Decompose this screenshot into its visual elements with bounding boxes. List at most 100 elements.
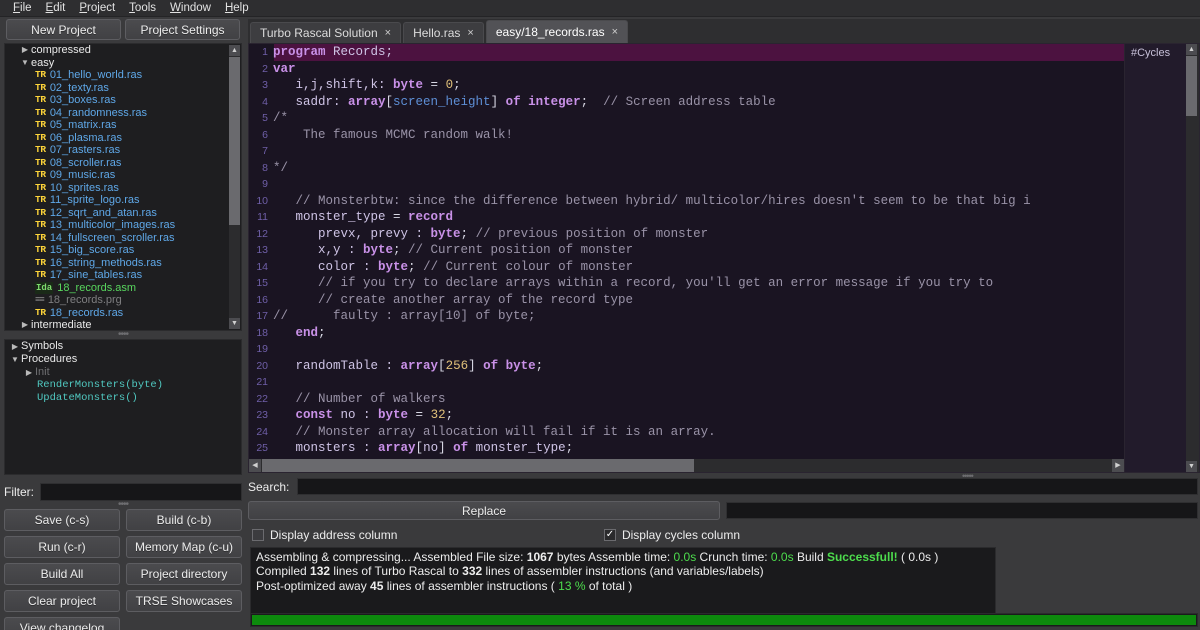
- menu-item-tools[interactable]: Tools: [122, 0, 163, 17]
- action-project-directory[interactable]: Project directory: [126, 563, 242, 585]
- tree-file-07_rasters.ras[interactable]: TR07_rasters.ras: [5, 144, 228, 157]
- code-line-9[interactable]: 9: [249, 176, 1124, 193]
- tree-file-08_scroller.ras[interactable]: TR08_scroller.ras: [5, 157, 228, 170]
- code-line-22[interactable]: 22 // Number of walkers: [249, 391, 1124, 408]
- scroll-left-icon[interactable]: ◀: [249, 459, 261, 472]
- tree-file-14_fullscreen_scroller.ras[interactable]: TR14_fullscreen_scroller.ras: [5, 232, 228, 245]
- scroll-right-icon[interactable]: ▶: [1112, 459, 1124, 472]
- checkbox-box[interactable]: ✓: [604, 529, 616, 541]
- symbol-group-Init[interactable]: Init: [5, 366, 241, 379]
- code-line-11[interactable]: 11 monster_type = record: [249, 209, 1124, 226]
- scrollbar-thumb[interactable]: [229, 57, 240, 225]
- new-project-button[interactable]: New Project: [6, 19, 121, 40]
- chevron-right-icon[interactable]: [23, 366, 35, 379]
- code-line-1[interactable]: 1program Records;: [249, 44, 1124, 61]
- tree-file-17_sine_tables.ras[interactable]: TR17_sine_tables.ras: [5, 269, 228, 282]
- menu-item-help[interactable]: Help: [218, 0, 256, 17]
- code-line-24[interactable]: 24 // Monster array allocation will fail…: [249, 424, 1124, 441]
- action-save-c-s[interactable]: Save (c-s): [4, 509, 120, 531]
- replace-input[interactable]: [726, 502, 1198, 519]
- code-line-10[interactable]: 10 // Monsterbtw: since the difference b…: [249, 193, 1124, 210]
- code-line-13[interactable]: 13 x,y : byte; // Current position of mo…: [249, 242, 1124, 259]
- code-line-16[interactable]: 16 // create another array of the record…: [249, 292, 1124, 309]
- code-line-21[interactable]: 21: [249, 374, 1124, 391]
- scroll-up-icon[interactable]: ▲: [229, 45, 240, 56]
- project-settings-button[interactable]: Project Settings: [125, 19, 240, 40]
- close-icon[interactable]: ×: [467, 27, 473, 39]
- chevron-right-icon[interactable]: [9, 340, 21, 353]
- code-lines[interactable]: 1program Records;2var3 i,j,shift,k: byte…: [249, 44, 1124, 457]
- tree-file-12_sqrt_and_atan.ras[interactable]: TR12_sqrt_and_atan.ras: [5, 207, 228, 220]
- action-clear-project[interactable]: Clear project: [4, 590, 120, 612]
- editor-tab-0[interactable]: Turbo Rascal Solution×: [250, 22, 401, 43]
- menu-item-edit[interactable]: Edit: [39, 0, 73, 17]
- scroll-down-icon[interactable]: ▼: [1186, 461, 1197, 472]
- code-line-23[interactable]: 23 const no : byte = 32;: [249, 407, 1124, 424]
- close-icon[interactable]: ×: [612, 26, 618, 38]
- filter-splitter-grip[interactable]: ••••: [0, 502, 246, 509]
- chevron-right-icon[interactable]: [19, 319, 31, 331]
- tree-file-11_sprite_logo.ras[interactable]: TR11_sprite_logo.ras: [5, 194, 228, 207]
- checkbox-box[interactable]: [252, 529, 264, 541]
- code-area[interactable]: 1program Records;2var3 i,j,shift,k: byte…: [249, 44, 1124, 472]
- tree-file-18_records.asm[interactable]: Ida18_records.asm: [5, 282, 228, 295]
- tree-folder-intermediate[interactable]: intermediate: [5, 319, 228, 331]
- tree-folder-compressed[interactable]: compressed: [5, 44, 228, 57]
- code-line-2[interactable]: 2var: [249, 61, 1124, 78]
- tree-file-01_hello_world.ras[interactable]: TR01_hello_world.ras: [5, 69, 228, 82]
- project-file-tree[interactable]: compressedeasyTR01_hello_world.rasTR02_t…: [4, 43, 242, 331]
- tree-file-06_plasma.ras[interactable]: TR06_plasma.ras: [5, 132, 228, 145]
- action-trse-showcases[interactable]: TRSE Showcases: [126, 590, 242, 612]
- code-editor[interactable]: 1program Records;2var3 i,j,shift,k: byte…: [248, 43, 1200, 473]
- file-tree-scrollbar[interactable]: ▲ ▼: [229, 45, 240, 329]
- code-line-12[interactable]: 12 prevx, prevy : byte; // previous posi…: [249, 226, 1124, 243]
- code-line-25[interactable]: 25 monsters : array[no] of monster_type;: [249, 440, 1124, 457]
- code-line-19[interactable]: 19: [249, 341, 1124, 358]
- symbols-panel[interactable]: SymbolsProceduresInitRenderMonsters(byte…: [4, 339, 242, 475]
- editor-tab-2[interactable]: easy/18_records.ras×: [486, 20, 628, 43]
- tree-file-18_records.prg[interactable]: ≡≡18_records.prg: [5, 294, 228, 307]
- action-run-c-r[interactable]: Run (c-r): [4, 536, 120, 558]
- symbol-procedure[interactable]: RenderMonsters(byte): [5, 379, 241, 392]
- tree-file-02_texty.ras[interactable]: TR02_texty.ras: [5, 82, 228, 95]
- hscroll-thumb[interactable]: [262, 459, 694, 472]
- chevron-down-icon[interactable]: [19, 57, 31, 70]
- code-line-5[interactable]: 5/*: [249, 110, 1124, 127]
- code-line-14[interactable]: 14 color : byte; // Current colour of mo…: [249, 259, 1124, 276]
- symbol-group-Procedures[interactable]: Procedures: [5, 353, 241, 366]
- symbol-procedure[interactable]: UpdateMonsters(): [5, 392, 241, 405]
- menu-item-project[interactable]: Project: [72, 0, 122, 17]
- tree-file-15_big_score.ras[interactable]: TR15_big_score.ras: [5, 244, 228, 257]
- code-line-18[interactable]: 18 end;: [249, 325, 1124, 342]
- tree-splitter-grip[interactable]: ••••: [0, 332, 246, 339]
- editor-vertical-scrollbar[interactable]: ▲ ▼: [1186, 44, 1199, 472]
- vscroll-thumb[interactable]: [1186, 56, 1197, 116]
- action-build-c-b[interactable]: Build (c-b): [126, 509, 242, 531]
- tree-file-10_sprites.ras[interactable]: TR10_sprites.ras: [5, 182, 228, 195]
- code-line-15[interactable]: 15 // if you try to declare arrays withi…: [249, 275, 1124, 292]
- tree-file-04_randomness.ras[interactable]: TR04_randomness.ras: [5, 107, 228, 120]
- tree-file-03_boxes.ras[interactable]: TR03_boxes.ras: [5, 94, 228, 107]
- menu-item-window[interactable]: Window: [163, 0, 218, 17]
- action-memory-map-c-u[interactable]: Memory Map (c-u): [126, 536, 242, 558]
- close-icon[interactable]: ×: [385, 27, 391, 39]
- symbol-group-Symbols[interactable]: Symbols: [5, 340, 241, 353]
- tree-file-18_records.ras[interactable]: TR18_records.ras: [5, 307, 228, 320]
- tree-file-09_music.ras[interactable]: TR09_music.ras: [5, 169, 228, 182]
- scroll-up-icon[interactable]: ▲: [1186, 44, 1197, 55]
- search-input[interactable]: [297, 478, 1198, 495]
- tree-folder-easy[interactable]: easy: [5, 57, 228, 70]
- tree-file-16_string_methods.ras[interactable]: TR16_string_methods.ras: [5, 257, 228, 270]
- replace-button[interactable]: Replace: [248, 501, 720, 520]
- chevron-right-icon[interactable]: [19, 44, 31, 57]
- tree-file-05_matrix.ras[interactable]: TR05_matrix.ras: [5, 119, 228, 132]
- chevron-down-icon[interactable]: [9, 353, 21, 366]
- tree-file-13_multicolor_images.ras[interactable]: TR13_multicolor_images.ras: [5, 219, 228, 232]
- checkbox-display-cycles-column[interactable]: ✓Display cycles column: [604, 528, 740, 542]
- filter-input[interactable]: [40, 483, 242, 501]
- code-line-7[interactable]: 7: [249, 143, 1124, 160]
- editor-horizontal-scrollbar[interactable]: ◀ ▶: [249, 459, 1124, 472]
- menu-item-file[interactable]: File: [6, 0, 39, 17]
- code-line-17[interactable]: 17// faulty : array[10] of byte;: [249, 308, 1124, 325]
- action-build-all[interactable]: Build All: [4, 563, 120, 585]
